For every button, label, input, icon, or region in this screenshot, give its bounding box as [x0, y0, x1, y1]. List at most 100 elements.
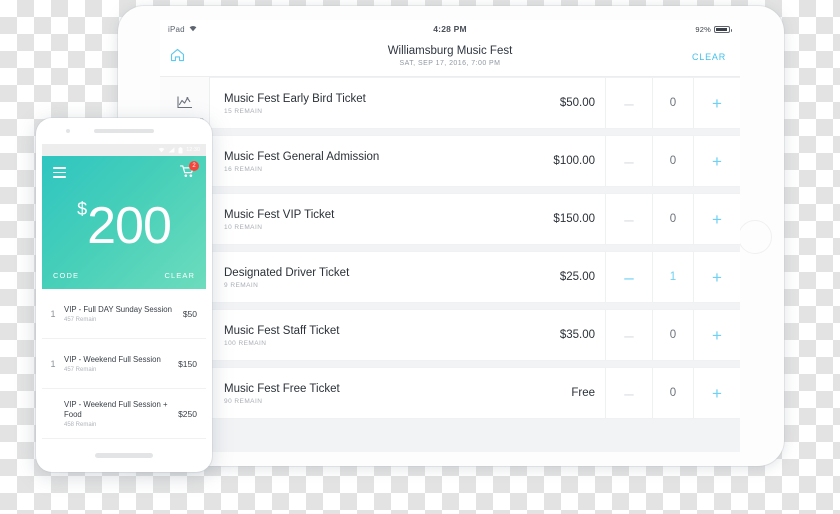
decrement-button[interactable]: –	[605, 78, 652, 128]
ticket-name: Music Fest Free Ticket	[224, 382, 340, 395]
item-quantity: 1	[50, 308, 56, 319]
ticket-info: Designated Driver Ticket 9 REMAIN	[210, 266, 507, 289]
ticket-quantity[interactable]: 0	[652, 78, 693, 128]
ticket-price: $150.00	[553, 213, 595, 225]
event-datetime: SAT, SEP 17, 2016, 7:00 PM	[399, 60, 501, 67]
ticket-remaining: 9 REMAIN	[224, 281, 259, 289]
ticket-quantity[interactable]: 0	[652, 136, 693, 186]
increment-button[interactable]: +	[693, 136, 740, 186]
decrement-button[interactable]: –	[605, 194, 652, 244]
table-row[interactable]: Designated Driver Ticket 9 REMAIN $25.00…	[210, 251, 740, 303]
item-info: VIP - Weekend Full Session 457 Remain	[64, 355, 178, 373]
chart-line-icon	[176, 95, 194, 115]
ticket-name: Music Fest Early Bird Ticket	[224, 92, 366, 105]
ticket-remaining: 16 REMAIN	[224, 165, 263, 173]
ticket-remaining: 15 REMAIN	[224, 107, 263, 115]
item-name: VIP - Full DAY Sunday Session	[64, 304, 172, 314]
increment-button[interactable]: +	[693, 310, 740, 360]
decrement-button[interactable]: –	[605, 252, 652, 302]
currency-symbol: $	[77, 199, 88, 219]
home-icon[interactable]	[170, 48, 185, 67]
item-remaining: 457 Remain	[64, 366, 97, 373]
amount-display: $200	[42, 196, 206, 256]
item-price: $50	[182, 308, 197, 319]
tablet-status-bar: iPad 4:28 PM 92%	[160, 20, 740, 38]
tablet-content-area: DASHBOARD Music Fest Early Bird Ticket 1…	[160, 77, 740, 452]
increment-button[interactable]: +	[693, 252, 740, 302]
item-info: VIP - Weekend Full Session + Food 458 Re…	[64, 400, 178, 428]
tablet-nav-bar: Williamsburg Music Fest SAT, SEP 17, 201…	[160, 38, 740, 77]
item-name: VIP - Weekend Full Session	[64, 354, 161, 364]
ticket-price: $100.00	[553, 155, 595, 167]
item-remaining: 458 Remain	[64, 421, 97, 428]
ticket-name: Music Fest General Admission	[224, 150, 380, 163]
minus-icon: –	[624, 267, 634, 287]
event-title: Williamsburg Music Fest	[387, 45, 513, 57]
home-indicator	[95, 453, 153, 458]
phone-device-frame: 12:30 2 $200 CODE CLEAR 1 VIP - Full DAY…	[36, 118, 212, 472]
decrement-button[interactable]: –	[605, 136, 652, 186]
minus-icon: –	[624, 209, 634, 229]
phone-clock-label: 12:30	[186, 147, 200, 153]
ticket-info: Music Fest General Admission 16 REMAIN	[210, 150, 507, 173]
battery-icon	[714, 25, 732, 33]
minus-icon: –	[624, 383, 634, 403]
cart-badge-count: 2	[189, 161, 199, 171]
item-quantity: 1	[50, 358, 56, 369]
increment-button[interactable]: +	[693, 194, 740, 244]
minus-icon: –	[624, 93, 634, 113]
camera-icon	[66, 129, 70, 133]
ticket-info: Music Fest VIP Ticket 10 REMAIN	[210, 208, 507, 231]
ticket-name: Music Fest Staff Ticket	[224, 324, 340, 337]
phone-item-list[interactable]: 1 VIP - Full DAY Sunday Session 457 Rema…	[42, 289, 206, 444]
list-item[interactable]: 1 VIP - Full DAY Sunday Session 457 Rema…	[42, 289, 206, 339]
ticket-price: $35.00	[559, 329, 595, 341]
table-row[interactable]: Music Fest VIP Ticket 10 REMAIN $150.00 …	[210, 193, 740, 245]
ticket-quantity[interactable]: 1	[652, 252, 693, 302]
ticket-quantity[interactable]: 0	[652, 310, 693, 360]
table-row[interactable]: Music Fest Early Bird Ticket 15 REMAIN $…	[210, 77, 740, 129]
ticket-name: Designated Driver Ticket	[224, 266, 350, 279]
wifi-icon	[158, 147, 165, 153]
tablet-home-button[interactable]	[738, 220, 772, 254]
ticket-info: Music Fest Staff Ticket 100 REMAIN	[210, 324, 507, 347]
increment-button[interactable]: +	[693, 368, 740, 418]
plus-icon: +	[712, 325, 722, 345]
item-price: $150	[178, 358, 197, 369]
ticket-remaining: 10 REMAIN	[224, 223, 263, 231]
list-item[interactable]: VIP - Weekend Full Session + Food 458 Re…	[42, 389, 206, 439]
decrement-button[interactable]: –	[605, 310, 652, 360]
cart-icon[interactable]: 2	[179, 161, 199, 183]
clear-button[interactable]: CLEAR	[692, 52, 726, 62]
speaker-grille	[94, 129, 154, 133]
phone-top-bezel	[36, 118, 212, 144]
code-button[interactable]: CODE	[53, 271, 79, 280]
plus-icon: +	[712, 383, 722, 403]
battery-percent-label: 92%	[695, 24, 711, 34]
ticket-remaining: 90 REMAIN	[224, 397, 263, 405]
plus-icon: +	[712, 267, 722, 287]
ticket-info: Music Fest Early Bird Ticket 15 REMAIN	[210, 92, 507, 115]
list-item[interactable]: 1 VIP - Weekend Full Session 457 Remain …	[42, 339, 206, 389]
item-info: VIP - Full DAY Sunday Session 457 Remain	[64, 305, 183, 323]
ticket-info: Music Fest Free Ticket 90 REMAIN	[210, 382, 507, 405]
decrement-button[interactable]: –	[605, 368, 652, 418]
amount-hero-panel: 2 $200 CODE CLEAR	[42, 156, 206, 289]
ticket-price: $25.00	[559, 271, 595, 283]
tablet-device-frame: Eventbrite iPad 4:28 PM 92%	[118, 6, 784, 466]
amount-value: 200	[87, 197, 172, 255]
ticket-price: $50.00	[559, 97, 595, 109]
table-row[interactable]: Music Fest Free Ticket 90 REMAIN Free – …	[210, 367, 740, 419]
hamburger-menu-icon[interactable]	[53, 167, 66, 181]
minus-icon: –	[624, 325, 634, 345]
table-row[interactable]: Music Fest Staff Ticket 100 REMAIN $35.0…	[210, 309, 740, 361]
ticket-remaining: 100 REMAIN	[224, 339, 267, 347]
ticket-list[interactable]: Music Fest Early Bird Ticket 15 REMAIN $…	[210, 77, 740, 452]
phone-app-bar: 2	[42, 156, 206, 183]
minus-icon: –	[624, 151, 634, 171]
ticket-quantity[interactable]: 0	[652, 194, 693, 244]
clear-button[interactable]: CLEAR	[164, 271, 195, 280]
table-row[interactable]: Music Fest General Admission 16 REMAIN $…	[210, 135, 740, 187]
increment-button[interactable]: +	[693, 78, 740, 128]
ticket-quantity[interactable]: 0	[652, 368, 693, 418]
